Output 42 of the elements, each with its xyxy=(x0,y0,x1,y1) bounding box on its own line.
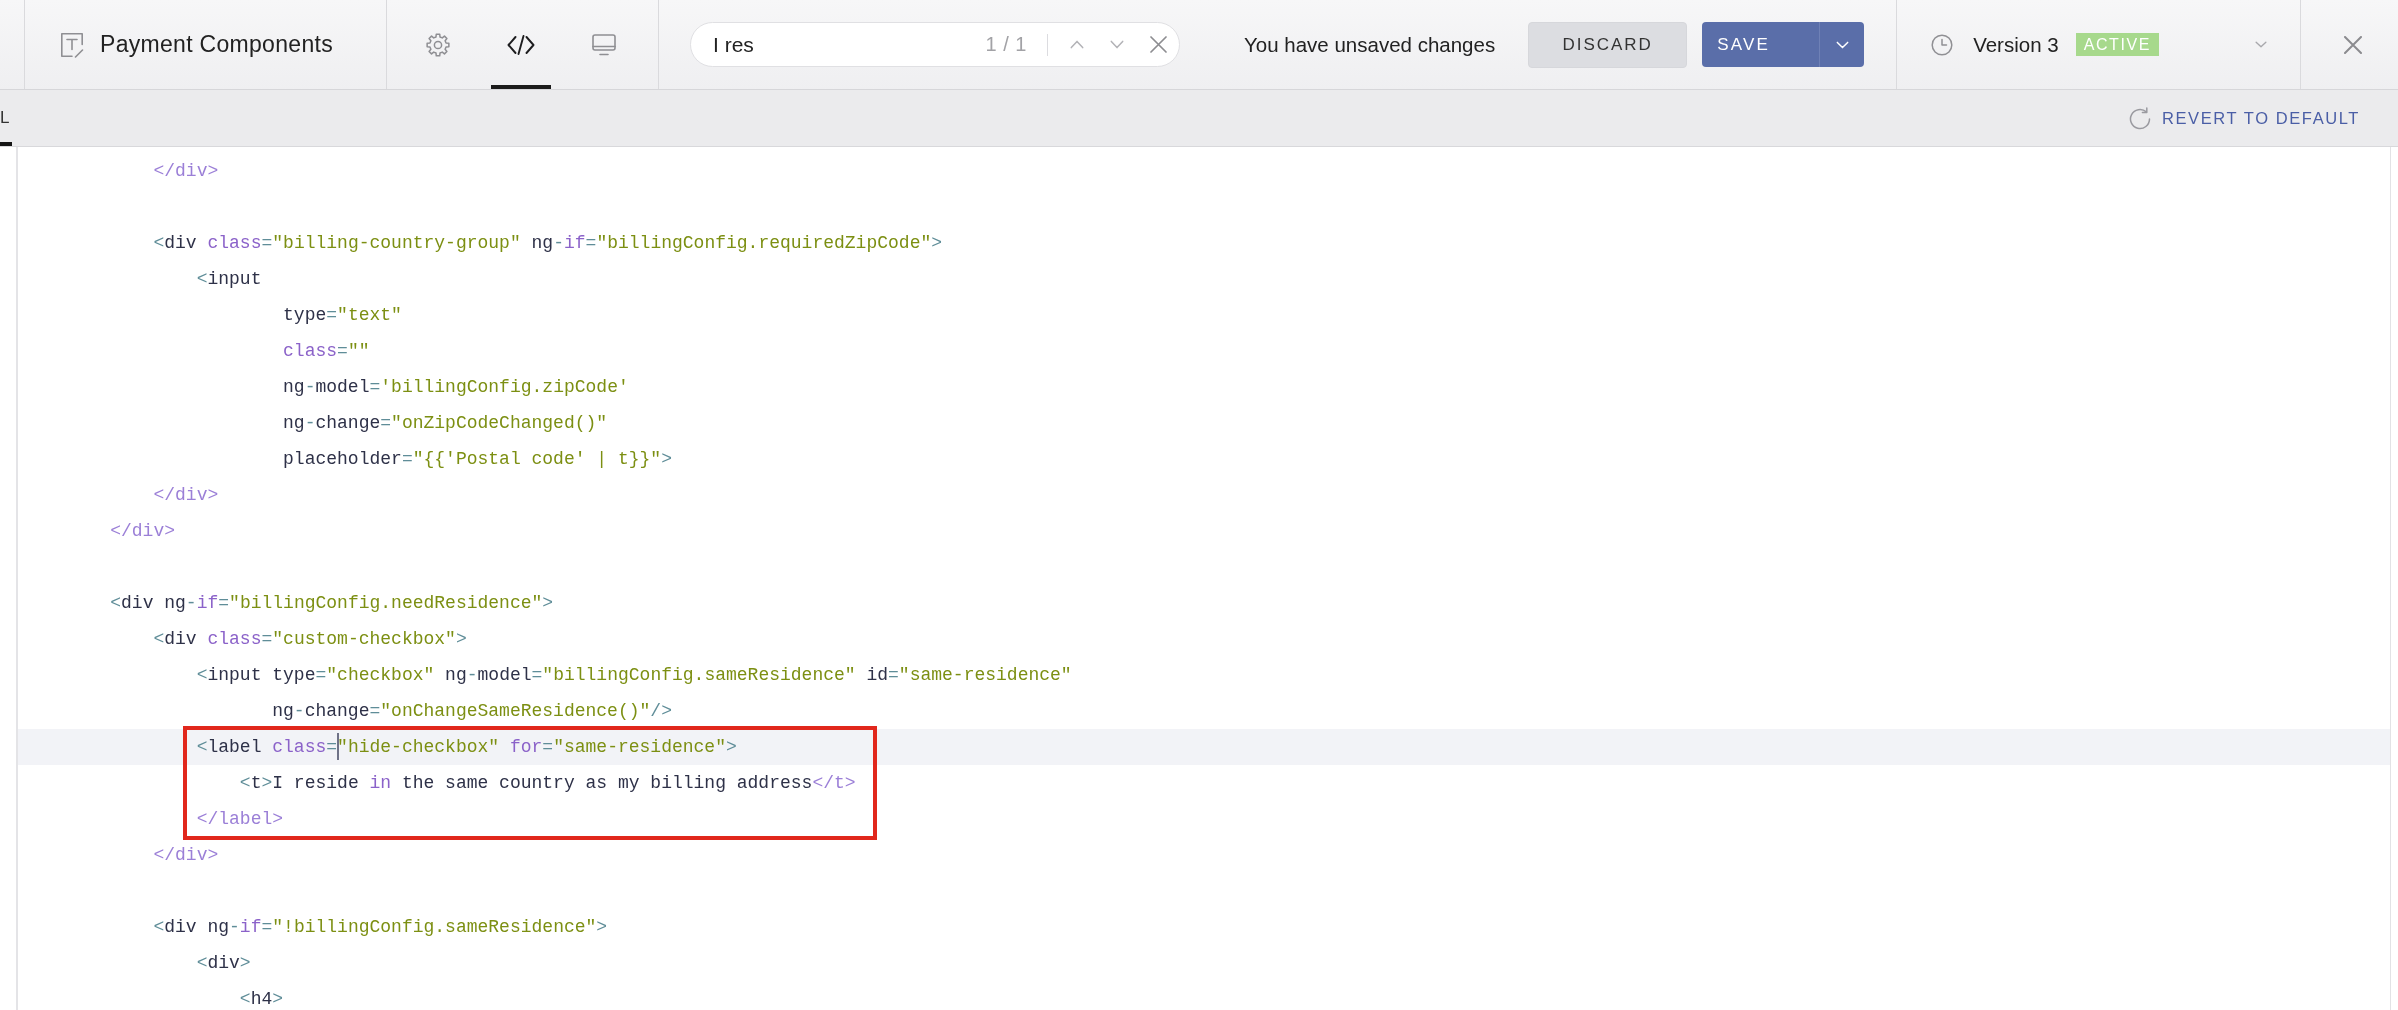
code-line: <input xyxy=(196,269,262,289)
page-title: Payment Components xyxy=(100,31,333,58)
refresh-icon xyxy=(2127,106,2151,130)
chevron-down-icon[interactable] xyxy=(1110,40,1124,49)
code-line: <div class="billing-country-group" ng-if="billingConfig.requiredZipCode"> xyxy=(153,233,943,253)
code-line: type="text" xyxy=(283,305,402,325)
code-line: class="" xyxy=(283,341,370,361)
save-button[interactable]: SAVE xyxy=(1702,22,1820,67)
code-line: </label> xyxy=(196,809,284,829)
search-input[interactable]: I res xyxy=(713,32,986,57)
code-line: </div> xyxy=(153,485,219,505)
code-line: <div class="custom-checkbox"> xyxy=(153,629,467,649)
revert-link[interactable]: REVERT TO DEFAULT xyxy=(2127,106,2360,130)
clear-search-icon[interactable] xyxy=(1150,36,1167,53)
code-line: <input type="checkbox" ng-model="billingConfig.sameResidence" id="same-residence" xyxy=(196,665,1072,685)
code-icon xyxy=(507,34,535,55)
match-count: 1 / 1 xyxy=(985,33,1027,56)
monitor-icon xyxy=(592,33,616,56)
code-line: </div> xyxy=(153,161,219,181)
gear-icon xyxy=(426,32,450,57)
code-line: placeholder="{{'Postal code' | t}}"> xyxy=(283,449,672,469)
chevron-down-icon[interactable] xyxy=(2255,41,2268,48)
chevron-down-icon xyxy=(1835,40,1849,49)
code-line: <div> xyxy=(196,953,251,973)
unsaved-message: You have unsaved changes xyxy=(1244,32,1496,57)
code-line: <div ng-if="!billingConfig.sameResidence"> xyxy=(153,917,608,937)
status-badge: ACTIVE xyxy=(2075,33,2160,56)
close-icon[interactable] xyxy=(2343,35,2362,54)
code-line: <t>I reside in the same country as my billing address</t> xyxy=(239,773,856,793)
code-line: ng-change="onZipCodeChanged()" xyxy=(283,413,608,433)
document-edit-icon xyxy=(60,31,84,58)
code-line: ng-change="onChangeSameResidence()"/> xyxy=(272,701,672,721)
code-line: <div ng-if="billingConfig.needResidence"> xyxy=(110,593,554,613)
clock-icon xyxy=(1931,33,1954,56)
code-line: <h4> xyxy=(239,989,284,1009)
discard-button[interactable]: DISCARD xyxy=(1528,21,1688,68)
version-label: Version 3 xyxy=(1973,32,2059,57)
save-options-button[interactable] xyxy=(1819,22,1865,67)
chevron-up-icon[interactable] xyxy=(1070,40,1084,49)
code-line: </div> xyxy=(110,521,176,541)
code-line: </div> xyxy=(153,845,219,865)
code-line: ng-model='billingConfig.zipCode' xyxy=(283,377,629,397)
